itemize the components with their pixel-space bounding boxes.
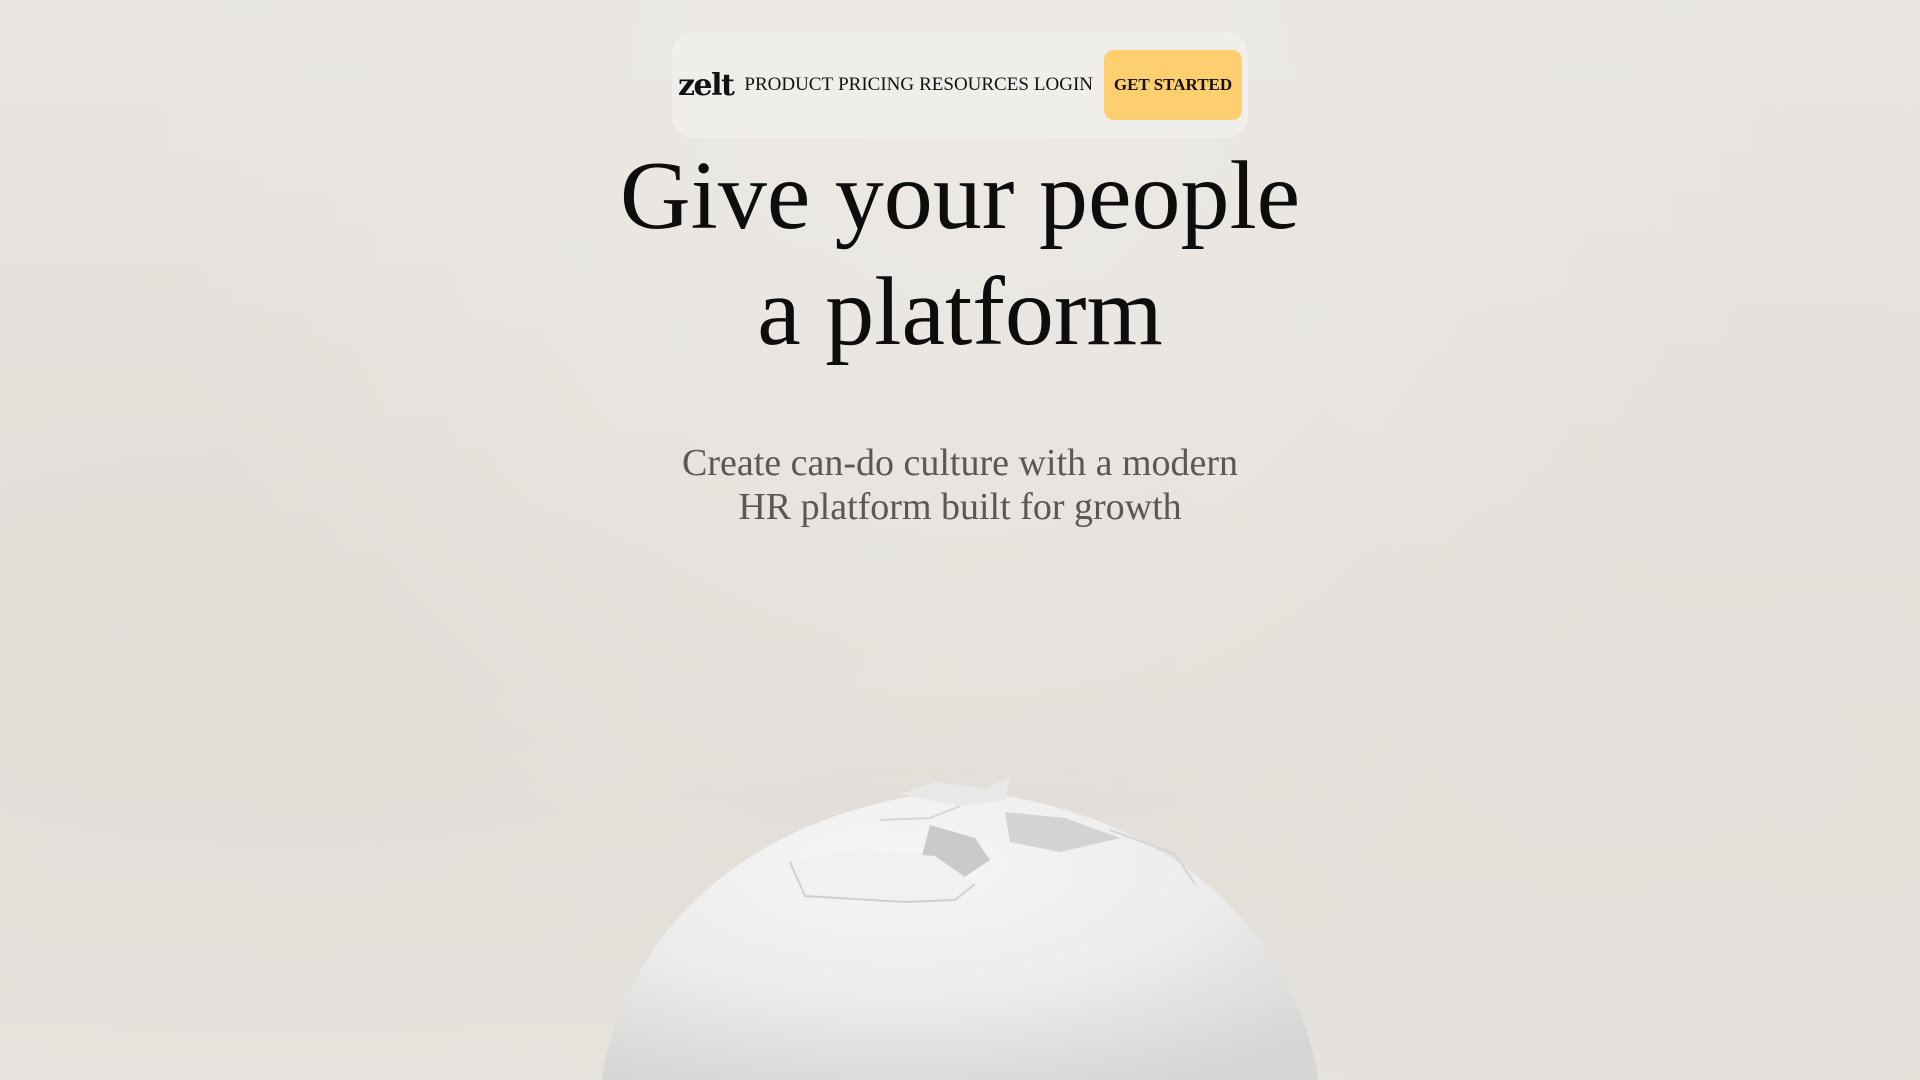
nav-link-pricing[interactable]: PRICING	[838, 74, 914, 96]
hero-subheadline: Create can-do culture with a modern HR p…	[0, 441, 1920, 529]
nav-link-resources[interactable]: RESOURCES	[919, 74, 1029, 96]
hero-headline-line-1: Give your people	[619, 142, 1301, 250]
zelt-logo[interactable]: zelt	[678, 68, 735, 103]
hero-headline-line-2: a platform	[757, 258, 1163, 366]
hero-headline: Give your people a platform	[0, 138, 1920, 370]
top-navigation-bar: zelt PRODUCT PRICING RESOURCES LOGIN GET…	[672, 32, 1248, 138]
nav-links: PRODUCT PRICING RESOURCES LOGIN	[744, 74, 1093, 96]
cracked-egg-image	[560, 760, 1360, 1080]
nav-link-login[interactable]: LOGIN	[1034, 74, 1093, 96]
nav-link-product[interactable]: PRODUCT	[744, 74, 833, 96]
hero-subheadline-line-2: HR platform built for growth	[738, 486, 1182, 528]
get-started-button[interactable]: GET STARTED	[1104, 50, 1242, 120]
hero-subheadline-line-1: Create can-do culture with a modern	[681, 442, 1239, 484]
